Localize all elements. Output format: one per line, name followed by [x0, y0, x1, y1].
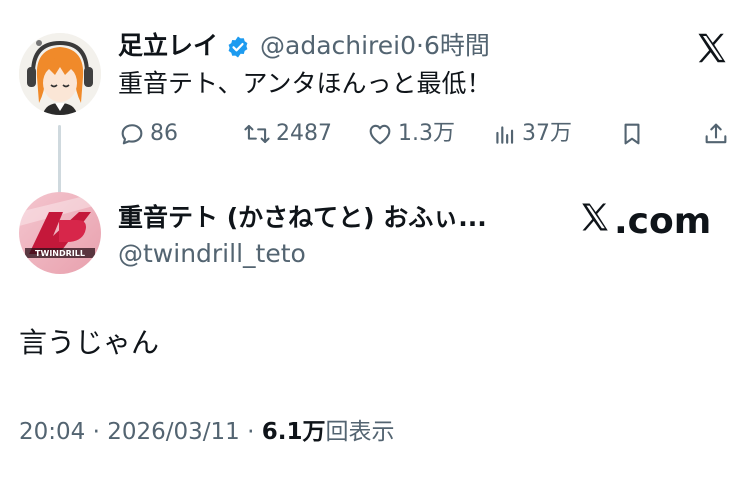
- separator-dot: ·: [247, 419, 255, 445]
- retweet-button[interactable]: 2487: [242, 117, 332, 151]
- like-button[interactable]: 1.3万: [366, 117, 455, 151]
- thread-connector-line: [58, 125, 61, 197]
- separator-dot: ·: [92, 419, 100, 445]
- author-name[interactable]: 足立レイ: [118, 30, 218, 62]
- x-logo-icon[interactable]: [694, 30, 730, 66]
- share-icon: [702, 120, 730, 148]
- avatar-illustration: [19, 33, 101, 115]
- tweet-text: 重音テト、アンタほんっと最低！: [118, 69, 492, 98]
- like-count: 1.3万: [398, 121, 455, 146]
- post-metadata: 20:04 · 2026/03/11 · 6.1万回表示: [19, 416, 395, 448]
- quoted-author-name[interactable]: 重音テト (かさねてと) おふぃ...: [118, 201, 487, 235]
- separator-dot: ·: [416, 31, 424, 60]
- reply-button[interactable]: 86: [118, 117, 178, 151]
- author-handle-and-time: @adachirei0·6時間: [260, 30, 490, 62]
- site-label: .com: [578, 199, 711, 243]
- svg-text:TWINDRILL: TWINDRILL: [35, 249, 85, 258]
- site-domain-text: .com: [614, 200, 712, 242]
- views-button[interactable]: 37万: [492, 117, 572, 151]
- tweet-action-bar: 86 2487 1.3万 37万: [118, 117, 730, 151]
- reply-icon: [118, 120, 146, 148]
- avatar-logo-image: TWINDRILL: [19, 192, 101, 274]
- post-time[interactable]: 6時間: [424, 31, 490, 60]
- post-date[interactable]: 2026/03/11: [107, 419, 240, 445]
- share-button[interactable]: [702, 117, 730, 151]
- quoted-tweet-text: 言うじゃん: [19, 326, 160, 359]
- bar-chart-icon: [492, 120, 518, 148]
- avatar-twindrill-teto[interactable]: TWINDRILL: [19, 192, 101, 274]
- verified-badge-icon: [226, 35, 250, 59]
- x-logo-icon: [578, 200, 614, 243]
- author-handle[interactable]: @adachirei0: [260, 31, 416, 60]
- bookmark-button[interactable]: [618, 117, 646, 151]
- retweet-icon: [242, 120, 272, 148]
- views-count: 37万: [522, 121, 572, 146]
- views-count: 6.1万: [261, 419, 326, 445]
- quoted-author-handle[interactable]: @twindrill_teto: [118, 237, 306, 271]
- post-time[interactable]: 20:04: [19, 419, 85, 445]
- views-label: 回表示: [325, 419, 395, 445]
- avatar-adachirei[interactable]: [19, 33, 101, 115]
- reply-count: 86: [150, 121, 178, 146]
- retweet-count: 2487: [276, 121, 332, 146]
- heart-icon: [366, 120, 394, 148]
- bookmark-icon: [618, 120, 646, 148]
